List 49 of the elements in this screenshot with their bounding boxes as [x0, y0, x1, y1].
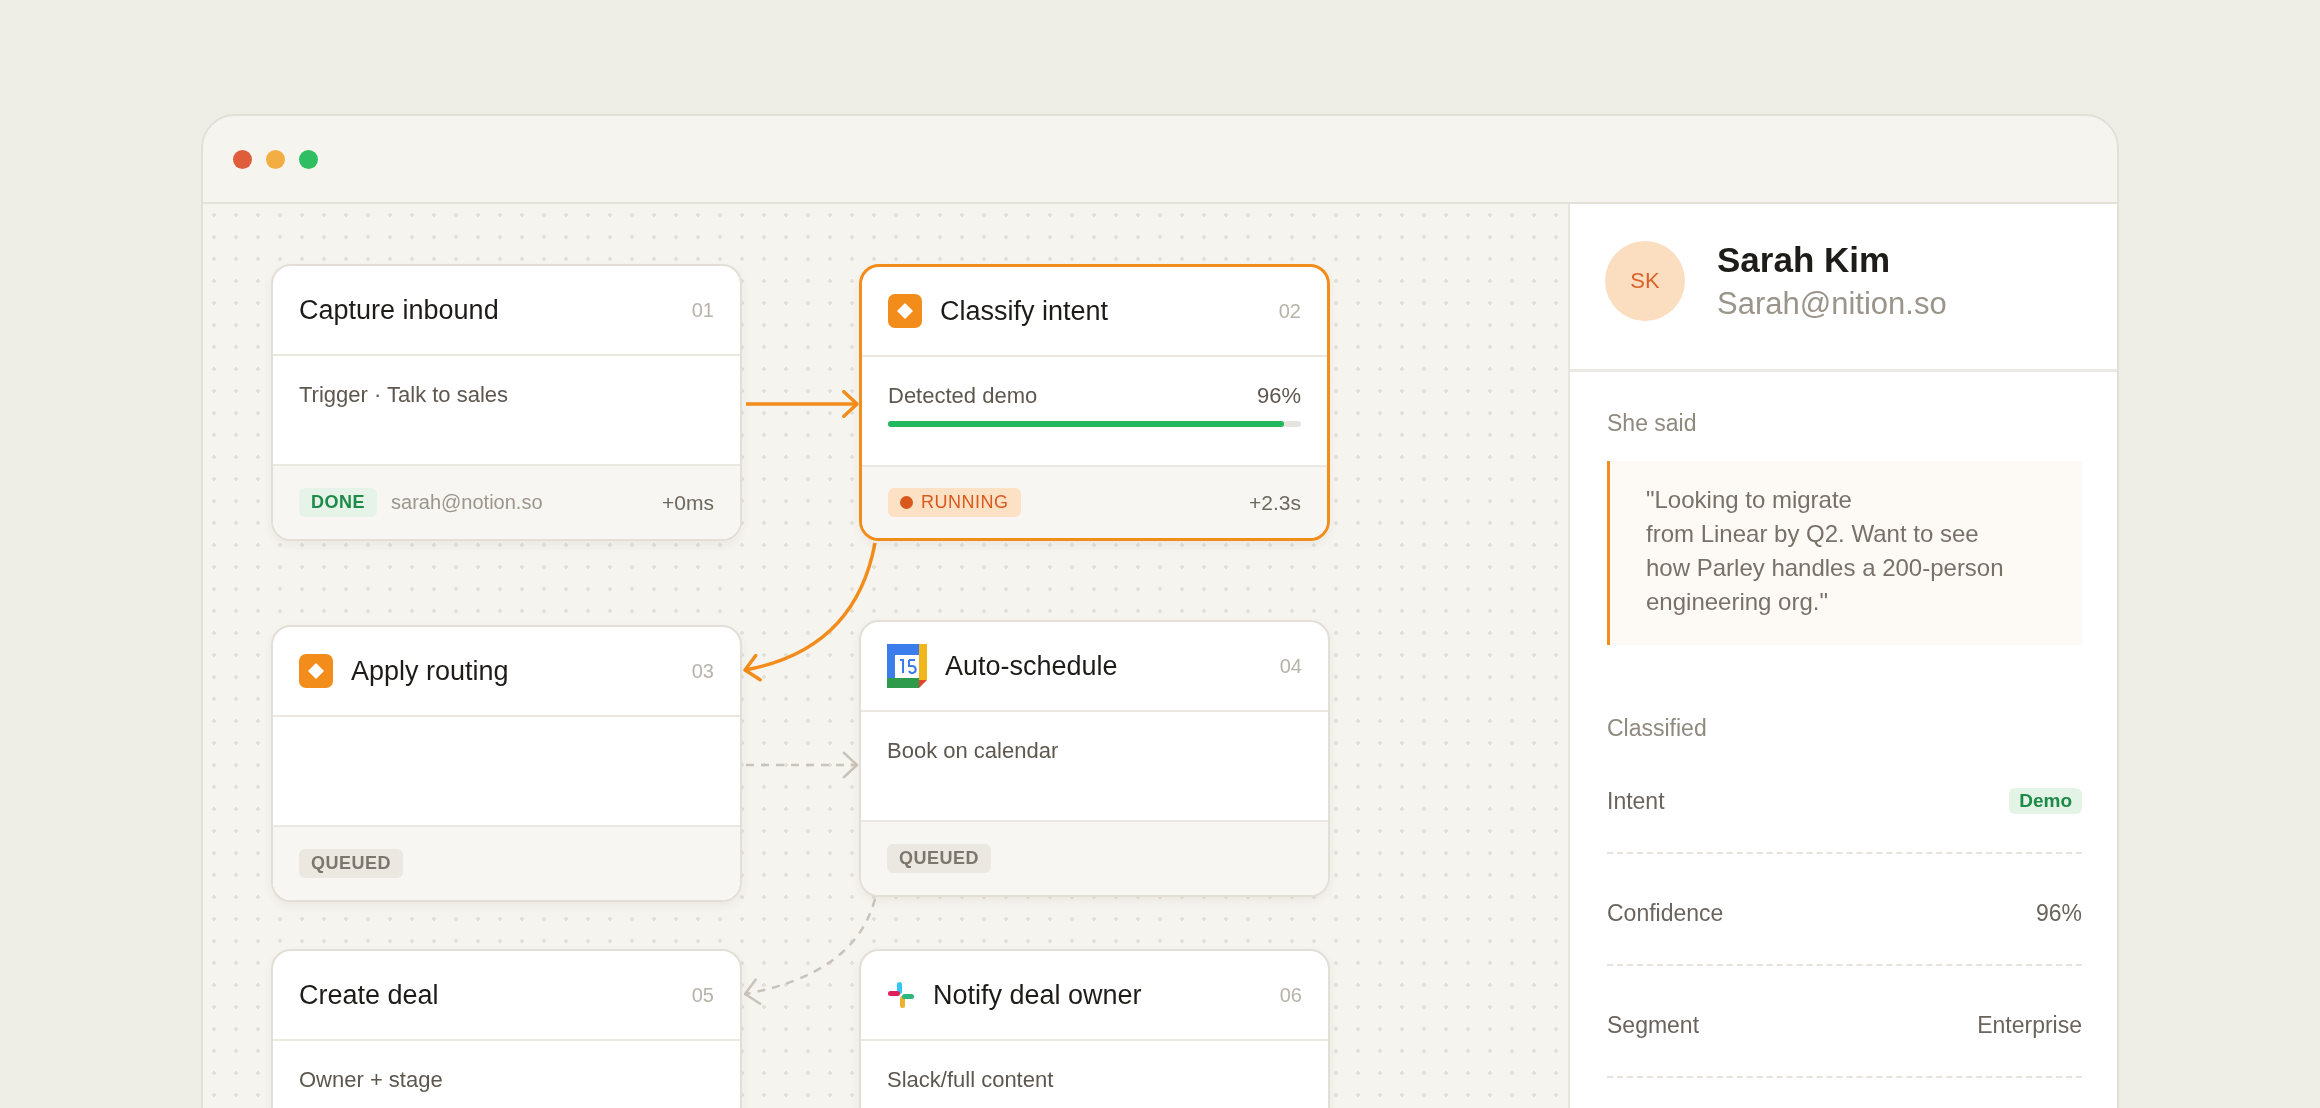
status-badge: QUEUED: [887, 844, 991, 873]
workflow-node-card[interactable]: Classify intent 02 Detected demo 96% RUNNING +2.3s: [859, 264, 1330, 541]
node-number: 01: [691, 298, 714, 322]
node-description: Trigger · Talk to sales: [299, 382, 509, 408]
status-badge: RUNNING: [888, 488, 1021, 517]
field-value: 96%: [2035, 899, 2082, 927]
contact-email: Sarah@nition.so: [1717, 285, 1947, 322]
running-dot-icon: [900, 496, 913, 509]
intent-tag: Demo: [2009, 788, 2082, 814]
field-value: Enterprise: [1977, 1011, 2082, 1039]
elapsed-time: +0ms: [662, 490, 714, 515]
node-description: Book on calendar: [887, 738, 1059, 764]
node-title: Apply routing: [351, 655, 510, 687]
close-window-button[interactable]: [233, 149, 252, 169]
status-badge: QUEUED: [299, 849, 403, 878]
node-number: 06: [1279, 983, 1302, 1007]
pinwheel-icon: [887, 981, 915, 1009]
workflow-node-card[interactable]: Notify deal owner 06 Slack/full content: [859, 949, 1330, 1108]
node-description: Detected demo: [888, 383, 1038, 409]
node-description: Slack/full content: [887, 1067, 1054, 1093]
node-email: sarah@notion.so: [391, 491, 544, 514]
maximize-window-button[interactable]: [299, 149, 318, 169]
calendar-icon: [887, 644, 927, 688]
node-number: 03: [691, 659, 714, 683]
workflow-node-card[interactable]: Capture inbound 01 Trigger · Talk to sales DONE sarah@notion.so +0ms: [271, 264, 742, 541]
node-number: 05: [691, 983, 714, 1007]
node-title: Capture inbound: [299, 294, 500, 326]
elapsed-time: +2.3s: [1249, 490, 1301, 515]
contact-name: Sarah Kim: [1717, 239, 1892, 280]
section-label: Classified: [1607, 715, 1708, 742]
field-label: Confidence: [1607, 899, 1724, 927]
node-number: 02: [1278, 299, 1301, 323]
workflow-node-card[interactable]: Create deal 05 Owner + stage: [271, 949, 742, 1108]
minimize-window-button[interactable]: [266, 149, 285, 169]
node-title: Classify intent: [940, 295, 1110, 327]
field-label: Segment: [1607, 1011, 1700, 1039]
section-label: She said: [1607, 410, 1698, 437]
quote-block: "Looking to migrate from Linear by Q2. Want to see how Parley handles a 200-person engineering org.": [1607, 461, 2082, 645]
workflow-node-card[interactable]: Apply routing 03 QUEUED: [271, 625, 742, 902]
field-label: Intent: [1607, 787, 1665, 815]
confidence-reading: 96%: [1256, 383, 1301, 409]
workflow-node-card[interactable]: Auto-schedule 04 Book on calendar QUEUED: [859, 620, 1330, 897]
node-number: 04: [1279, 654, 1302, 678]
node-title: Auto-schedule: [945, 650, 1119, 682]
status-badge: DONE: [299, 488, 377, 517]
node-title: Create deal: [299, 979, 440, 1011]
initials-avatar: SK: [1605, 240, 1685, 321]
node-title: Notify deal owner: [933, 979, 1143, 1011]
node-description: Owner + stage: [299, 1067, 443, 1093]
